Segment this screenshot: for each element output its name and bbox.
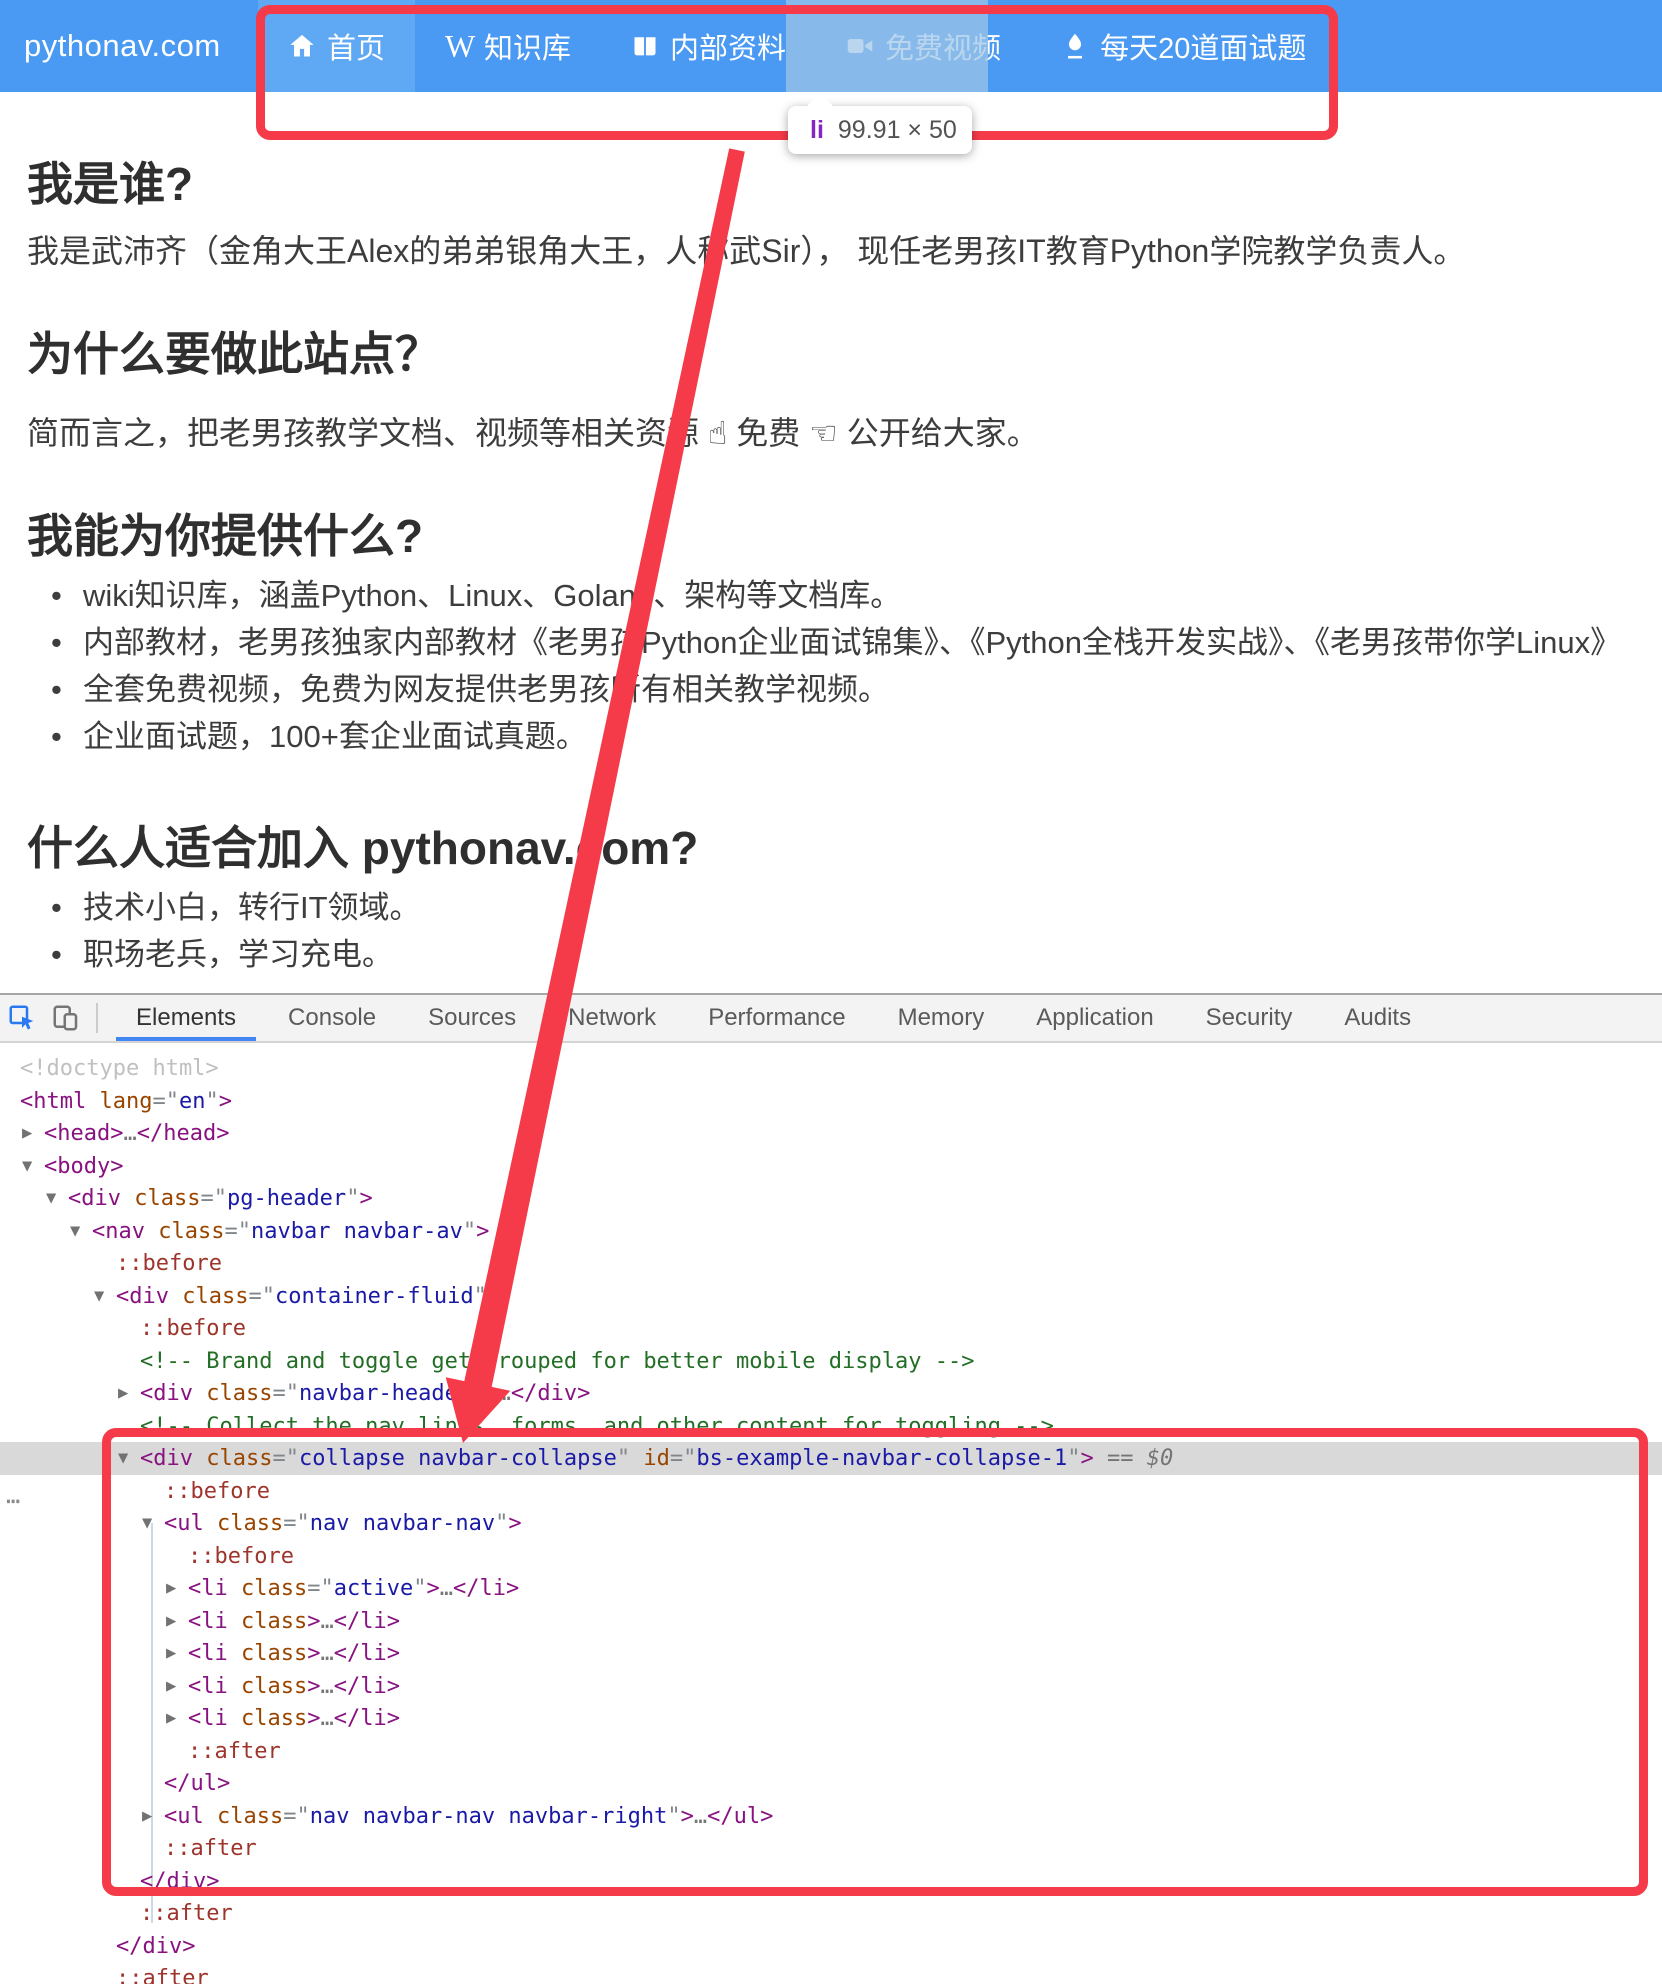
- collapsed-arrow-icon[interactable]: ▶: [22, 1117, 32, 1150]
- tree-row[interactable]: <html lang="en">: [0, 1085, 1662, 1118]
- tree-row[interactable]: ::before: [0, 1540, 1662, 1573]
- list-item: wiki知识库，涵盖Python、Linux、Golang、架构等文档库。: [27, 572, 1621, 619]
- tab-console[interactable]: Console: [262, 995, 402, 1041]
- pen-icon: [1061, 32, 1089, 60]
- list-item: 技术小白，转行IT领域。: [27, 884, 421, 931]
- tree-row[interactable]: ::before: [0, 1312, 1662, 1345]
- devtools-inspect-highlight: [786, 0, 988, 92]
- nav-item-1[interactable]: 首页: [258, 0, 415, 92]
- tree-row[interactable]: ▶<li class>…</li>: [0, 1605, 1662, 1638]
- collapsed-arrow-icon[interactable]: ▶: [166, 1572, 176, 1605]
- collapsed-arrow-icon[interactable]: ▶: [166, 1637, 176, 1670]
- tree-row[interactable]: </div>: [0, 1865, 1662, 1898]
- tree-row[interactable]: ::after: [0, 1832, 1662, 1865]
- tree-row[interactable]: ▶<ul class="nav navbar-nav navbar-right"…: [0, 1800, 1662, 1833]
- tree-row[interactable]: ▶<li class>…</li>: [0, 1670, 1662, 1703]
- nav-item-5[interactable]: 每天20道面试题: [1031, 0, 1336, 92]
- row-overflow-menu-icon[interactable]: ⋯: [6, 1487, 20, 1515]
- tab-network[interactable]: Network: [542, 995, 682, 1041]
- expanded-arrow-icon[interactable]: ▼: [70, 1215, 80, 1248]
- collapsed-arrow-icon[interactable]: ▶: [166, 1605, 176, 1638]
- tree-row[interactable]: ▼<body>: [0, 1150, 1662, 1183]
- tab-sources[interactable]: Sources: [402, 995, 542, 1041]
- tab-memory[interactable]: Memory: [872, 995, 1011, 1041]
- section-bullet-list: 技术小白，转行IT领域。职场老兵，学习充电。: [27, 884, 421, 978]
- devtools-tabs: ElementsConsoleSourcesNetworkPerformance…: [110, 995, 1437, 1041]
- expanded-arrow-icon[interactable]: ▼: [142, 1507, 152, 1540]
- tooltip-tag-name: li: [810, 116, 824, 145]
- nav-item-2[interactable]: W 知识库: [415, 0, 601, 92]
- tab-security[interactable]: Security: [1180, 995, 1319, 1041]
- wikipedia-w-icon: W: [445, 32, 473, 60]
- list-item: 企业面试题，100+套企业面试真题。: [27, 713, 1621, 760]
- elements-tree: ⋯ <!doctype html><html lang="en">▶<head>…: [0, 1043, 1662, 1984]
- section-heading: 我是谁?: [27, 148, 193, 214]
- expanded-arrow-icon[interactable]: ▼: [118, 1442, 128, 1475]
- tab-audits[interactable]: Audits: [1318, 995, 1437, 1041]
- nav-item-label: 内部资料: [670, 25, 786, 67]
- list-item: 职场老兵，学习充电。: [27, 931, 421, 978]
- expanded-arrow-icon[interactable]: ▼: [46, 1182, 56, 1215]
- section-paragraph: 简而言之，把老男孩教学文档、视频等相关资源 ☝ 免费 ☜ 公开给大家。: [27, 408, 1039, 454]
- page: 我是谁? 我是武沛齐（金角大王Alex的弟弟银角大王，人称武Sir）， 现任老男孩…: [0, 0, 1662, 1984]
- expanded-arrow-icon[interactable]: ▼: [22, 1150, 32, 1183]
- tree-row[interactable]: ▶<head>…</head>: [0, 1117, 1662, 1150]
- tree-row[interactable]: ::after: [0, 1962, 1662, 1984]
- device-toolbar-icon: [51, 1003, 81, 1033]
- tree-row[interactable]: ▶<li class>…</li>: [0, 1702, 1662, 1735]
- nav-item-label: 首页: [327, 25, 385, 67]
- section-bullet-list: wiki知识库，涵盖Python、Linux、Golang、架构等文档库。内部教…: [27, 572, 1621, 760]
- tree-row[interactable]: ::before: [0, 1475, 1662, 1508]
- tree-row[interactable]: ▼<ul class="nav navbar-nav">: [0, 1507, 1662, 1540]
- tree-row[interactable]: ::before: [0, 1247, 1662, 1280]
- tree-row[interactable]: ▼<div class="container-fluid">: [0, 1280, 1662, 1313]
- tree-row[interactable]: ::after: [0, 1897, 1662, 1930]
- brand-logo[interactable]: pythonav.com: [24, 0, 221, 92]
- list-item: 内部教材，老男孩独家内部教材《老男孩Python企业面试锦集》、《Python全…: [27, 619, 1621, 666]
- expanded-arrow-icon[interactable]: ▼: [94, 1280, 104, 1313]
- devtools-dimension-tooltip: li 99.91 × 50: [788, 106, 972, 154]
- tab-elements[interactable]: Elements: [110, 995, 262, 1041]
- tree-row[interactable]: </ul>: [0, 1767, 1662, 1800]
- tree-row-selected[interactable]: ▼<div class="collapse navbar-collapse" i…: [0, 1442, 1662, 1475]
- devtools-toolbar: ElementsConsoleSourcesNetworkPerformance…: [0, 995, 1662, 1043]
- device-toolbar-button[interactable]: [44, 995, 88, 1041]
- collapsed-arrow-icon[interactable]: ▶: [118, 1377, 128, 1410]
- nav-item-label: 知识库: [484, 25, 571, 67]
- tree-row[interactable]: ▶<li class="active">…</li>: [0, 1572, 1662, 1605]
- inspect-element-button[interactable]: [0, 995, 44, 1041]
- tree-row[interactable]: ▼<nav class="navbar navbar-av">: [0, 1215, 1662, 1248]
- tree-row[interactable]: </div>: [0, 1930, 1662, 1963]
- section-paragraph: 我是武沛齐（金角大王Alex的弟弟银角大王，人称武Sir）， 现任老男孩IT教育…: [27, 226, 1465, 272]
- tree-row[interactable]: ▶<li class>…</li>: [0, 1637, 1662, 1670]
- tab-performance[interactable]: Performance: [682, 995, 871, 1041]
- toolbar-divider: [96, 1003, 98, 1033]
- devtools-panel: ElementsConsoleSourcesNetworkPerformance…: [0, 993, 1662, 1984]
- collapsed-arrow-icon[interactable]: ▶: [166, 1702, 176, 1735]
- tree-row[interactable]: <!doctype html>: [0, 1052, 1662, 1085]
- collapsed-arrow-icon[interactable]: ▶: [166, 1670, 176, 1703]
- tree-row[interactable]: ▼<div class="pg-header">: [0, 1182, 1662, 1215]
- tab-application[interactable]: Application: [1010, 995, 1179, 1041]
- nav-item-label: 每天20道面试题: [1100, 25, 1306, 67]
- home-icon: [288, 32, 316, 60]
- tree-row[interactable]: <!-- Brand and toggle get grouped for be…: [0, 1345, 1662, 1378]
- tree-row[interactable]: <!-- Collect the nav links, forms, and o…: [0, 1410, 1662, 1443]
- tree-row[interactable]: ▶<div class="navbar-header">…</div>: [0, 1377, 1662, 1410]
- list-item: 全套免费视频，免费为网友提供老男孩所有相关教学视频。: [27, 666, 1621, 713]
- section-heading: 什么人适合加入 pythonav.com?: [27, 812, 698, 878]
- nav-item-3[interactable]: 内部资料: [601, 0, 816, 92]
- section-heading: 为什么要做此站点？: [27, 318, 441, 384]
- book-icon: [631, 32, 659, 60]
- inspect-cursor-icon: [7, 1003, 37, 1033]
- section-heading: 我能为你提供什么?: [27, 500, 423, 566]
- collapsed-arrow-icon[interactable]: ▶: [142, 1800, 152, 1833]
- tree-row[interactable]: ::after: [0, 1735, 1662, 1768]
- tooltip-dimensions: 99.91 × 50: [838, 116, 957, 145]
